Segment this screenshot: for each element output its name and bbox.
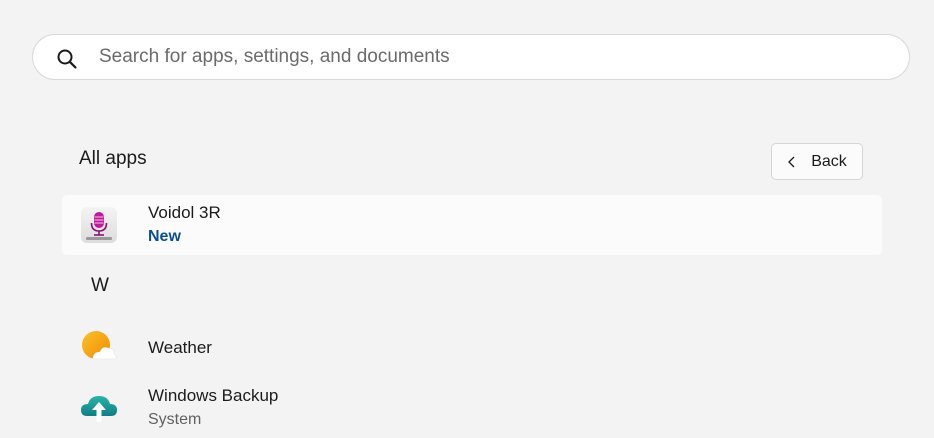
- voidol-microphone-icon: [81, 207, 117, 243]
- weather-icon: [82, 331, 117, 360]
- app-item-weather[interactable]: Weather: [62, 318, 882, 378]
- app-name: Windows Backup: [148, 386, 279, 405]
- back-button-label: Back: [811, 152, 847, 170]
- search-icon: [57, 49, 77, 69]
- letter-group-header[interactable]: W: [91, 275, 109, 297]
- app-item-windows-backup[interactable]: Windows Backup System: [62, 378, 882, 438]
- app-item-voidol[interactable]: Voidol 3R New: [62, 195, 882, 255]
- back-button[interactable]: Back: [771, 143, 863, 180]
- cloud-backup-icon: [81, 396, 117, 422]
- all-apps-title: All apps: [79, 148, 147, 169]
- app-name: Voidol 3R: [148, 203, 221, 222]
- app-name: Weather: [148, 338, 212, 357]
- app-category: System: [148, 411, 202, 428]
- new-badge: New: [148, 228, 181, 245]
- search-box[interactable]: [32, 34, 910, 80]
- chevron-left-icon: [788, 156, 795, 167]
- search-input[interactable]: [99, 43, 879, 71]
